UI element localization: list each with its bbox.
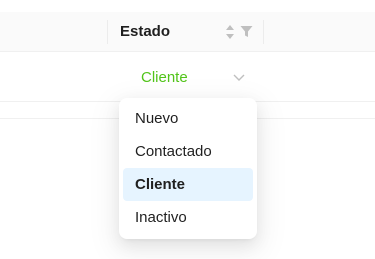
column-header-estado: Estado	[120, 23, 171, 40]
option-cliente[interactable]: Cliente	[123, 168, 253, 201]
filter-icon[interactable]	[240, 25, 253, 38]
status-dropdown-menu: Nuevo Contactado Cliente Inactivo	[119, 98, 257, 239]
status-select[interactable]: Cliente	[127, 60, 257, 94]
column-divider	[263, 20, 264, 44]
table-row: Cliente	[0, 52, 375, 102]
column-divider	[107, 20, 108, 44]
option-contactado[interactable]: Contactado	[123, 135, 253, 168]
status-select-value: Cliente	[141, 69, 188, 86]
sort-icon[interactable]	[225, 24, 235, 40]
option-nuevo[interactable]: Nuevo	[123, 102, 253, 135]
table-header-row: Estado	[0, 12, 375, 52]
option-inactivo[interactable]: Inactivo	[123, 201, 253, 234]
table-stage: Estado Cliente Nuevo Contactado Cliente …	[0, 0, 375, 259]
chevron-down-icon	[233, 74, 245, 81]
